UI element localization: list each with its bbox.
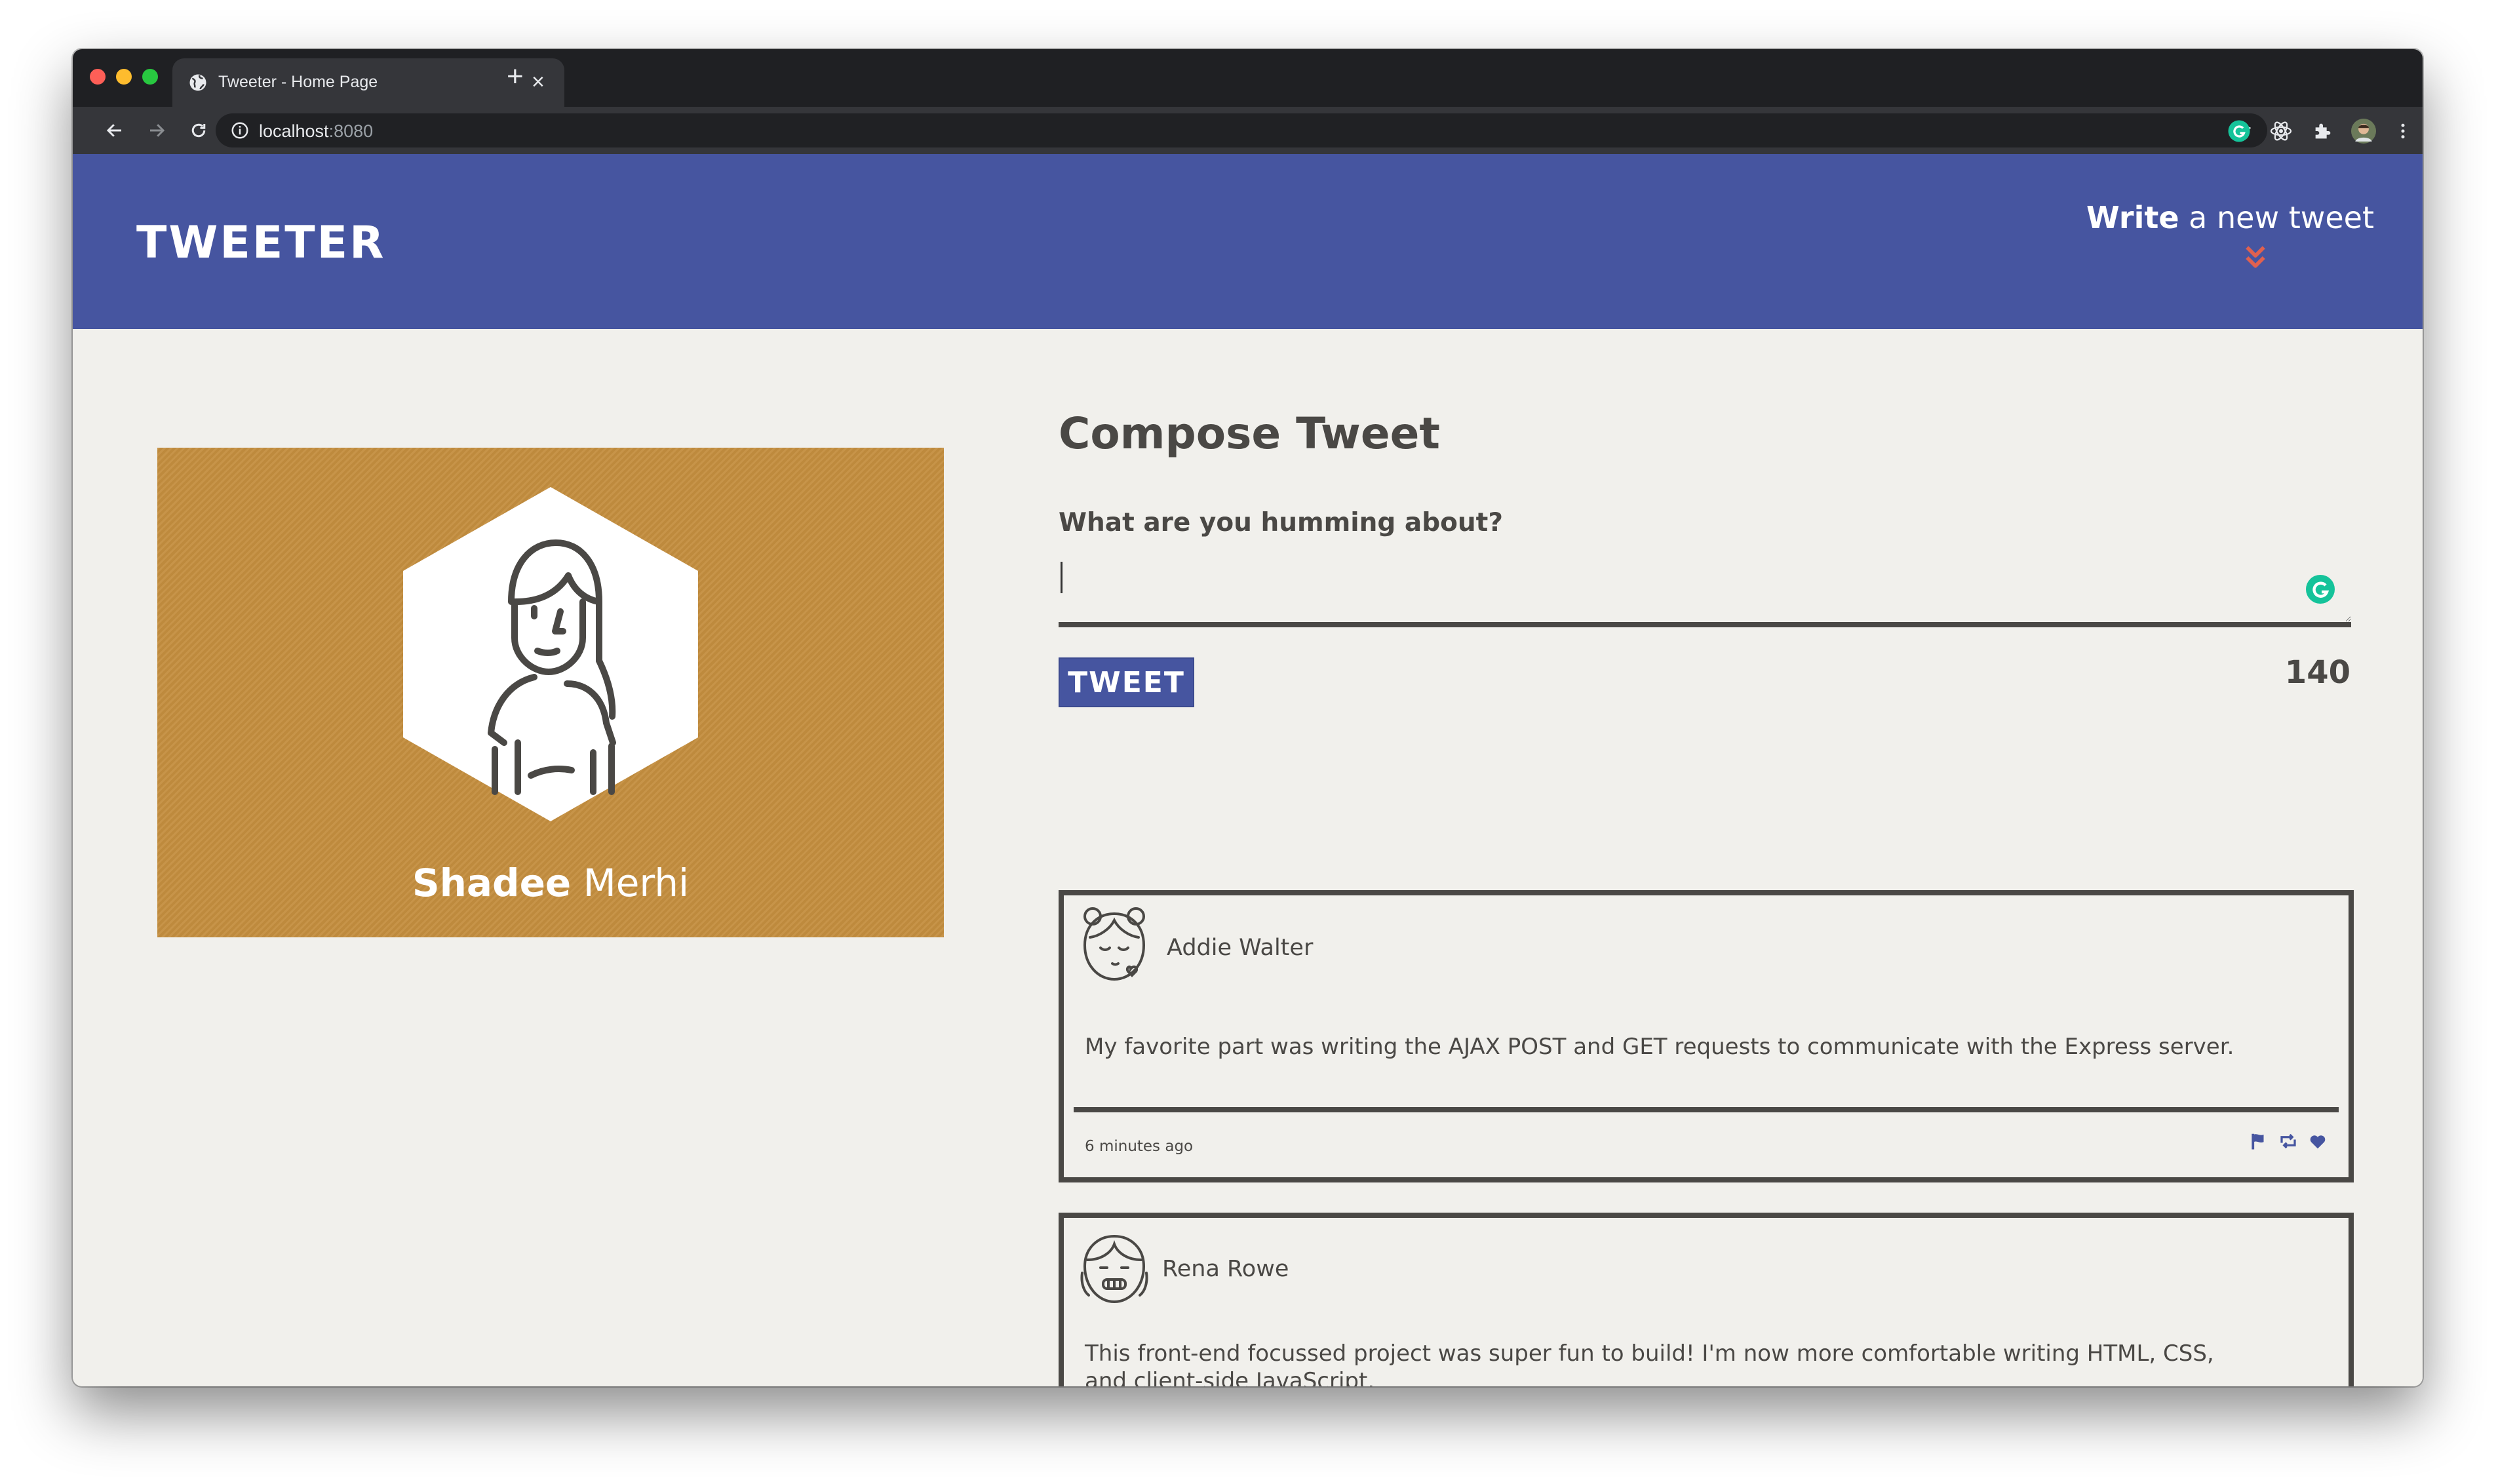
maximize-window-button[interactable] [142,69,158,85]
tweet-author-name: Addie Walter [1167,935,1314,961]
new-tab-button[interactable]: + [507,62,524,91]
like-button[interactable] [2308,1131,2328,1151]
chevrons-down-icon[interactable] [2244,244,2267,271]
profile-name: Shadee Merhi [157,861,944,905]
tweet-textarea[interactable] [1059,551,2351,627]
react-devtools-button[interactable] [2269,119,2293,144]
tweet-divider [1074,1107,2339,1112]
tweet-author-name: Rena Rowe [1162,1256,1289,1282]
write-new-tweet-link[interactable]: Write a new tweet [2086,200,2374,235]
flag-icon [2252,1133,2264,1150]
profile-avatar-icon [2351,119,2376,144]
react-devtools-icon [2270,121,2292,141]
browser-window: Tweeter - Home Page × + localhost:8080 T… [73,49,2423,1386]
compose-label: What are you humming about? [1059,508,1503,537]
kebab-menu-icon [2401,123,2405,139]
user-avatar [403,487,698,821]
page-content: TWEETER Write a new tweet Shadee Merhi C… [73,154,2423,1386]
retweet-button[interactable] [2278,1131,2299,1151]
tweet-card: Addie Walter My favorite part was writin… [1059,890,2354,1182]
retweet-icon [2280,1133,2296,1149]
browser-menu-button[interactable] [2390,119,2415,144]
profile-first-name: Shadee [412,861,572,905]
site-logo[interactable]: TWEETER [136,217,386,269]
tweet-submit-button[interactable]: TWEET [1059,657,1194,707]
profile-last-name: Merhi [571,861,690,905]
reload-icon [191,123,206,138]
back-button[interactable] [100,116,129,145]
forward-icon [150,124,165,137]
tweet-timestamp: 6 minutes ago [1085,1138,1194,1155]
browser-toolbar: localhost:8080 [73,107,2423,154]
tweet-text: This front-end focussed project was supe… [1085,1340,2214,1386]
flag-button[interactable] [2249,1131,2269,1151]
profile-card: Shadee Merhi [157,448,944,937]
grammarly-extension-icon [2228,120,2250,142]
tweet-text: My favorite part was writing the AJAX PO… [1085,1034,2234,1060]
address-bar[interactable]: localhost:8080 [216,113,2267,147]
tweet-avatar [1083,907,1146,981]
url-host: localhost [259,121,329,141]
tweet-actions [2249,1131,2328,1151]
info-icon[interactable] [230,121,250,140]
write-new-tweet-text: a new tweet [2179,200,2374,235]
forward-button[interactable] [142,116,171,145]
url-text: localhost:8080 [259,121,373,142]
heart-icon [2310,1135,2326,1149]
extensions-button[interactable] [2311,119,2335,144]
tweet-card: Rena Rowe This front-end focussed projec… [1059,1213,2354,1386]
puzzle-icon [2315,123,2331,139]
text-caret [1061,562,1063,593]
write-new-tweet-bold: Write [2086,200,2179,235]
url-port: :8080 [328,121,374,141]
tab-close-button[interactable]: × [532,69,545,95]
character-counter: 140 [2284,654,2350,691]
grammarly-icon[interactable] [2305,574,2336,605]
grammarly-extension-button[interactable] [2227,119,2252,144]
close-window-button[interactable] [90,69,106,85]
minimize-window-button[interactable] [116,69,132,85]
browser-tab[interactable]: Tweeter - Home Page × [172,58,564,107]
tab-strip: Tweeter - Home Page × + [73,49,2423,107]
reload-button[interactable] [184,116,213,145]
compose-title: Compose Tweet [1059,408,1440,459]
site-header: TWEETER Write a new tweet [73,154,2423,329]
tweet-avatar [1080,1234,1148,1304]
back-icon [106,124,121,137]
globe-icon [189,74,206,91]
tab-title: Tweeter - Home Page [218,73,378,91]
profile-button[interactable] [2351,119,2376,144]
